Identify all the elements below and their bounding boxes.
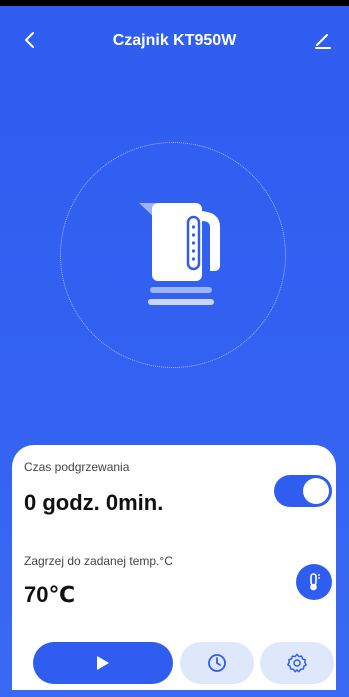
play-icon (97, 656, 109, 670)
target-temp-value: 70℃ (24, 582, 76, 607)
clock-icon (208, 654, 226, 672)
start-button[interactable] (33, 642, 173, 684)
heating-toggle[interactable] (274, 475, 332, 507)
thermometer-icon (310, 573, 320, 591)
temperature-button[interactable] (296, 564, 332, 600)
gear-icon (287, 653, 307, 673)
status-bar (0, 0, 349, 6)
header: Czajnik KT950W (0, 20, 349, 64)
toggle-knob (303, 478, 329, 504)
heating-time-value: 0 godz. 0min. (24, 490, 164, 515)
timer-button[interactable] (180, 642, 254, 684)
pencil-icon (315, 34, 331, 49)
page-title: Czajnik KT950W (112, 32, 237, 49)
edit-button[interactable] (311, 28, 335, 52)
target-temp-label: Zagrzej do zadanej temp.°C (24, 554, 173, 568)
heating-time-label: Czas podgrzewania (24, 460, 130, 474)
device-visual (132, 195, 222, 310)
settings-button[interactable] (260, 642, 334, 684)
kettle-icon (139, 203, 220, 305)
